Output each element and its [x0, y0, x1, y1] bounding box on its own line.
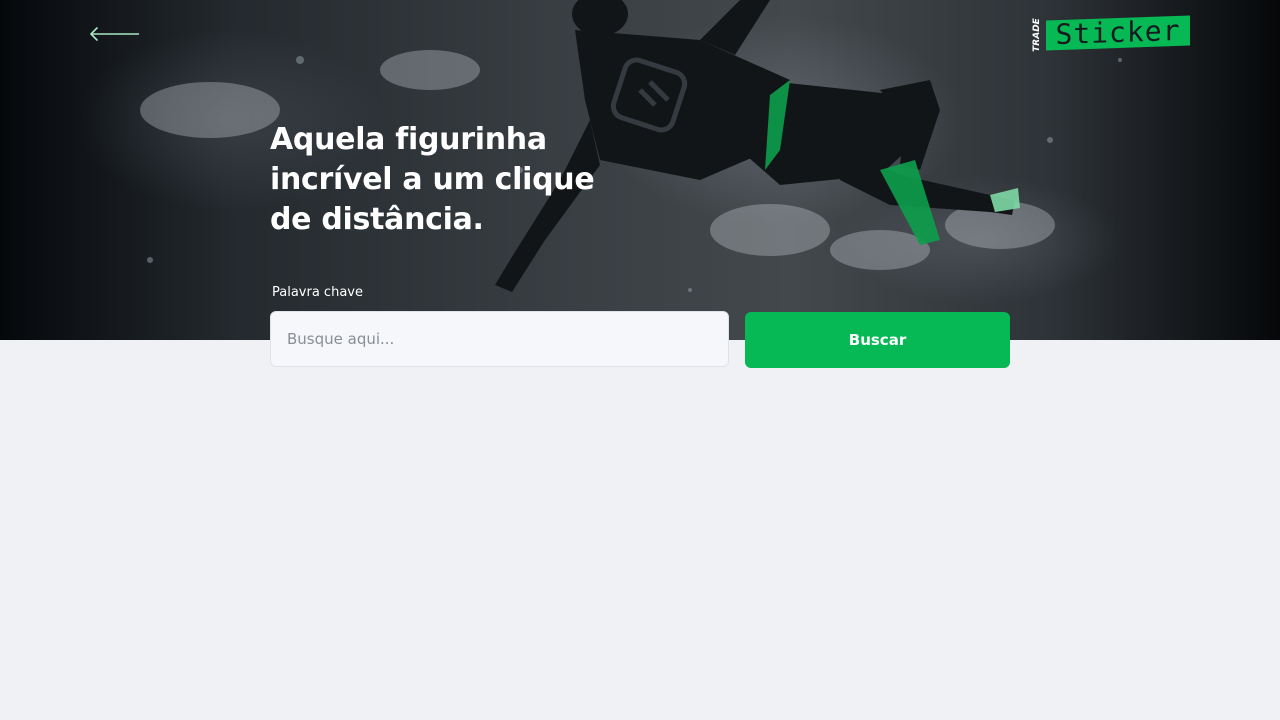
search-button[interactable]: Buscar — [745, 312, 1010, 368]
trade-sticker-logo[interactable]: TRADE Sticker — [1030, 13, 1192, 52]
logo-sticker-badge: Sticker — [1046, 13, 1190, 52]
hero-headline: Aquela figurinha incrível a um clique de… — [270, 122, 595, 237]
arrow-left-icon — [90, 27, 139, 41]
logo-trade-text: TRADE — [1032, 18, 1042, 52]
hero-banner: TRADE Sticker Aquela figurinha incrível … — [0, 0, 1280, 340]
keyword-label: Palavra chave — [272, 285, 363, 300]
search-input[interactable] — [270, 311, 729, 367]
back-button[interactable] — [88, 22, 142, 46]
page: TRADE Sticker Aquela figurinha incrível … — [0, 0, 1280, 720]
logo-sticker-text: Sticker — [1055, 13, 1181, 52]
